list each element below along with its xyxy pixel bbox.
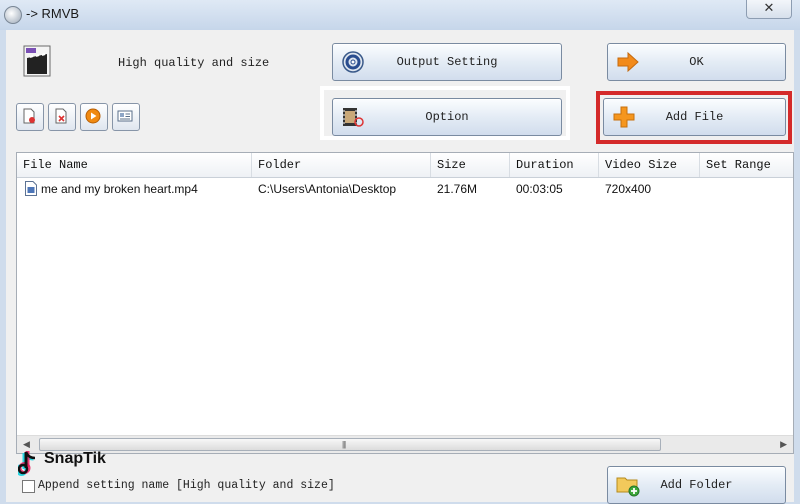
append-checkbox[interactable]	[22, 480, 35, 493]
output-setting-label: Output Setting	[396, 55, 498, 69]
column-set-range[interactable]: Set Range	[700, 153, 793, 177]
cell-duration: 00:03:05	[516, 182, 563, 196]
clapperboard-icon[interactable]	[22, 44, 54, 80]
close-button[interactable]: ✕	[746, 0, 792, 19]
column-size[interactable]: Size	[431, 153, 510, 177]
new-document-icon	[23, 108, 35, 124]
remove-button[interactable]	[48, 103, 76, 131]
scroll-right-arrow-icon[interactable]: ▶	[780, 439, 787, 450]
new-task-button[interactable]	[16, 103, 44, 131]
column-file-name[interactable]: File Name	[17, 153, 252, 177]
append-label: Append setting name [High quality and si…	[38, 479, 335, 492]
grip-icon: |||	[342, 440, 346, 449]
add-file-button[interactable]: Add File	[603, 98, 786, 136]
add-file-label: Add File	[665, 110, 724, 124]
table-row[interactable]: me and my broken heart.mp4 C:\Users\Anto…	[17, 179, 793, 199]
info-button[interactable]	[112, 103, 140, 131]
column-folder[interactable]: Folder	[252, 153, 431, 177]
app-icon	[4, 6, 22, 24]
file-list[interactable]: File Name Folder Size Duration Video Siz…	[16, 152, 794, 454]
cell-folder: C:\Users\Antonia\Desktop	[258, 182, 397, 196]
option-label: Option	[425, 110, 469, 124]
main-panel: High quality and size Output Setting OK	[6, 30, 794, 504]
column-duration[interactable]: Duration	[510, 153, 599, 177]
video-file-icon	[25, 181, 37, 196]
cell-video-size: 720x400	[605, 182, 652, 196]
title-bar: -> RMVB ✕	[0, 0, 800, 30]
cell-size: 21.76M	[437, 182, 478, 196]
column-video-size[interactable]: Video Size	[599, 153, 700, 177]
play-icon	[85, 108, 101, 124]
preset-label: High quality and size	[118, 56, 270, 70]
file-list-header: File Name Folder Size Duration Video Siz…	[17, 153, 793, 178]
play-button[interactable]	[80, 103, 108, 131]
ok-label: OK	[689, 55, 704, 69]
music-note-icon	[18, 451, 36, 476]
add-folder-label: Add Folder	[660, 478, 733, 492]
info-card-icon	[117, 110, 133, 122]
add-folder-button[interactable]: Add Folder	[607, 466, 786, 504]
cell-file-name: me and my broken heart.mp4	[41, 182, 198, 196]
output-setting-button[interactable]: Output Setting	[332, 43, 562, 81]
delete-icon	[55, 108, 67, 124]
watermark-text: SnapTik	[44, 450, 106, 467]
window-title: -> RMVB	[26, 6, 80, 21]
ok-button[interactable]: OK	[607, 43, 786, 81]
option-button[interactable]: Option	[332, 98, 562, 136]
